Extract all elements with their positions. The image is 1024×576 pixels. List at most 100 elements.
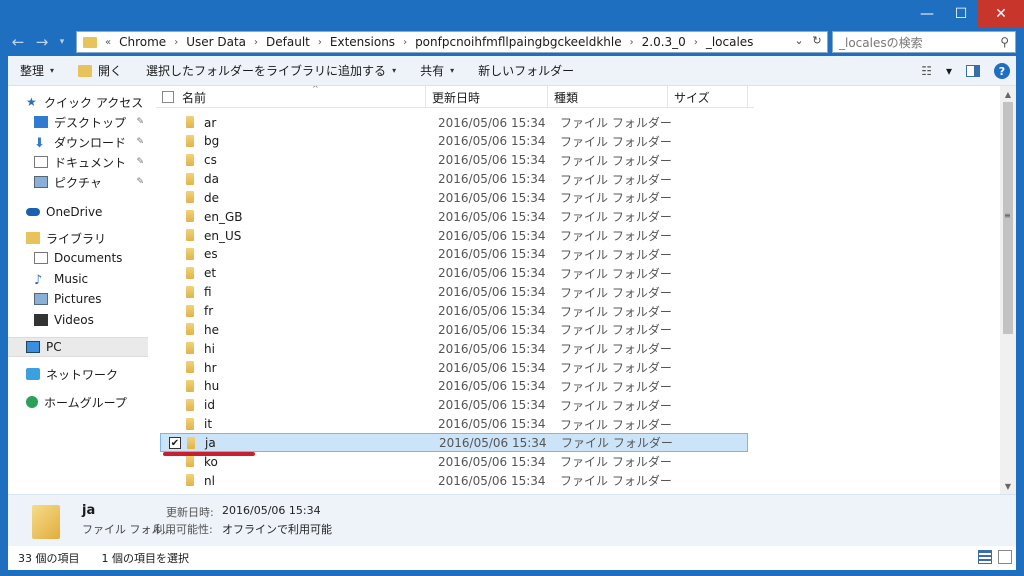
maximize-button[interactable]: ☐ <box>944 0 978 28</box>
nav-item-library[interactable]: ライブラリ <box>8 228 148 248</box>
nav-item-pictures[interactable]: Pictures <box>8 289 148 309</box>
chevron-right-icon[interactable]: › <box>170 37 182 48</box>
large-icons-view-icon[interactable] <box>998 550 1012 564</box>
chevron-right-icon[interactable]: › <box>690 37 702 48</box>
nav-item-pictures-jp[interactable]: ピクチャ ✎ <box>8 172 148 192</box>
nav-item-quick-access[interactable]: ★ クイック アクセス <box>8 92 148 112</box>
address-bar[interactable]: « Chrome › User Data › Default › Extensi… <box>76 31 828 53</box>
details-view-icon[interactable] <box>978 550 992 564</box>
column-header-date[interactable]: 更新日時 <box>426 86 548 108</box>
nav-item-downloads[interactable]: ⬇ ダウンロード ✎ <box>8 132 148 152</box>
table-row[interactable]: id 2016/05/06 15:34 ファイル フォルダー <box>160 396 748 415</box>
view-options-icon[interactable]: ☷ <box>921 64 932 78</box>
row-checkbox[interactable] <box>168 154 180 166</box>
row-checkbox[interactable] <box>168 267 180 279</box>
forward-arrow-icon[interactable]: → <box>32 32 52 52</box>
chevron-right-icon[interactable]: › <box>399 37 411 48</box>
select-all-checkbox[interactable] <box>162 91 174 103</box>
table-row[interactable]: hr 2016/05/06 15:34 ファイル フォルダー <box>160 358 748 377</box>
row-checkbox[interactable] <box>168 342 180 354</box>
add-to-library-button[interactable]: 選択したフォルダーをライブラリに追加する ▾ <box>134 56 408 86</box>
nav-item-documents[interactable]: Documents <box>8 248 148 268</box>
chevron-down-icon[interactable]: ⌄ <box>794 34 803 47</box>
preview-pane-icon[interactable] <box>966 65 980 77</box>
row-checkbox[interactable] <box>168 286 180 298</box>
open-button[interactable]: 開く <box>66 56 134 86</box>
row-checkbox[interactable] <box>168 210 180 222</box>
row-checkbox[interactable]: ✔ <box>169 437 181 450</box>
new-folder-button[interactable]: 新しいフォルダー <box>466 56 586 86</box>
breadcrumb-item[interactable]: Extensions <box>326 35 399 49</box>
column-header-type[interactable]: 種類 <box>548 86 668 108</box>
breadcrumb-item[interactable]: 2.0.3_0 <box>638 35 690 49</box>
table-row[interactable]: nl 2016/05/06 15:34 ファイル フォルダー <box>160 471 748 490</box>
table-row[interactable]: it 2016/05/06 15:34 ファイル フォルダー <box>160 415 748 434</box>
row-checkbox[interactable] <box>168 248 180 260</box>
close-button[interactable]: ✕ <box>978 0 1024 28</box>
table-row[interactable]: fr 2016/05/06 15:34 ファイル フォルダー <box>160 302 748 321</box>
pin-icon[interactable]: ✎ <box>136 157 144 167</box>
scroll-up-icon[interactable]: ▲ <box>1000 86 1016 102</box>
nav-item-videos[interactable]: Videos <box>8 310 148 330</box>
search-icon[interactable]: ⚲ <box>1000 35 1009 49</box>
column-header-name[interactable]: 名前 ^ <box>176 86 426 108</box>
row-checkbox[interactable] <box>168 173 180 185</box>
row-checkbox[interactable] <box>168 116 180 128</box>
row-checkbox[interactable] <box>168 323 180 335</box>
table-row[interactable]: hu 2016/05/06 15:34 ファイル フォルダー <box>160 377 748 396</box>
search-input[interactable]: _localesの検索 ⚲ <box>832 31 1016 53</box>
breadcrumb-item[interactable]: Chrome <box>115 35 170 49</box>
row-checkbox[interactable] <box>168 418 180 430</box>
table-row[interactable]: da 2016/05/06 15:34 ファイル フォルダー <box>160 170 748 189</box>
nav-item-pc[interactable]: PC <box>8 337 148 357</box>
recent-locations-icon[interactable]: ▾ <box>56 32 68 52</box>
pin-icon[interactable]: ✎ <box>136 137 144 147</box>
table-row[interactable]: et 2016/05/06 15:34 ファイル フォルダー <box>160 264 748 283</box>
breadcrumb-item[interactable]: ponfpcnoihfmfllpaingbgckeeldkhle <box>411 35 626 49</box>
table-row[interactable]: en_US 2016/05/06 15:34 ファイル フォルダー <box>160 226 748 245</box>
nav-item-music[interactable]: ♪ Music <box>8 269 148 289</box>
share-button[interactable]: 共有 ▾ <box>408 56 466 86</box>
refresh-icon[interactable]: ↻ <box>812 34 821 47</box>
table-row[interactable]: ar 2016/05/06 15:34 ファイル フォルダー <box>160 113 748 132</box>
row-checkbox[interactable] <box>168 455 180 467</box>
row-checkbox[interactable] <box>168 474 180 486</box>
table-row[interactable]: cs 2016/05/06 15:34 ファイル フォルダー <box>160 151 748 170</box>
overflow-icon[interactable]: « <box>101 37 115 48</box>
table-row[interactable]: ✔ ja 2016/05/06 15:34 ファイル フォルダー <box>160 433 748 453</box>
nav-item-homegroup[interactable]: ホームグループ <box>8 392 148 412</box>
table-row[interactable]: es 2016/05/06 15:34 ファイル フォルダー <box>160 245 748 264</box>
nav-item-documents-jp[interactable]: ドキュメント ✎ <box>8 152 148 172</box>
help-icon[interactable]: ? <box>994 63 1010 79</box>
chevron-right-icon[interactable]: › <box>626 37 638 48</box>
minimize-button[interactable]: — <box>910 0 944 28</box>
table-row[interactable]: he 2016/05/06 15:34 ファイル フォルダー <box>160 320 748 339</box>
back-arrow-icon[interactable]: ← <box>8 32 28 52</box>
breadcrumb-item-current[interactable]: _locales <box>702 35 758 49</box>
row-checkbox[interactable] <box>168 229 180 241</box>
row-checkbox[interactable] <box>168 135 180 147</box>
table-row[interactable]: hi 2016/05/06 15:34 ファイル フォルダー <box>160 339 748 358</box>
scroll-down-icon[interactable]: ▼ <box>1000 478 1016 494</box>
table-row[interactable]: de 2016/05/06 15:34 ファイル フォルダー <box>160 188 748 207</box>
row-checkbox[interactable] <box>168 361 180 373</box>
pin-icon[interactable]: ✎ <box>136 117 144 127</box>
chevron-right-icon[interactable]: › <box>250 37 262 48</box>
nav-item-onedrive[interactable]: OneDrive <box>8 202 148 222</box>
breadcrumb-item[interactable]: Default <box>262 35 314 49</box>
table-row[interactable]: bg 2016/05/06 15:34 ファイル フォルダー <box>160 132 748 151</box>
chevron-right-icon[interactable]: › <box>314 37 326 48</box>
vertical-scrollbar[interactable]: ▲ ≡ ▼ <box>1000 86 1016 494</box>
row-checkbox[interactable] <box>168 191 180 203</box>
table-row[interactable]: fi 2016/05/06 15:34 ファイル フォルダー <box>160 283 748 302</box>
caret-down-icon[interactable]: ▾ <box>946 64 952 78</box>
organize-button[interactable]: 整理 ▾ <box>8 56 66 86</box>
nav-item-network[interactable]: ネットワーク <box>8 364 148 384</box>
table-row[interactable]: en_GB 2016/05/06 15:34 ファイル フォルダー <box>160 207 748 226</box>
row-checkbox[interactable] <box>168 305 180 317</box>
breadcrumb-item[interactable]: User Data <box>182 35 250 49</box>
row-checkbox[interactable] <box>168 399 180 411</box>
pin-icon[interactable]: ✎ <box>136 177 144 187</box>
nav-item-desktop[interactable]: デスクトップ ✎ <box>8 112 148 132</box>
row-checkbox[interactable] <box>168 380 180 392</box>
